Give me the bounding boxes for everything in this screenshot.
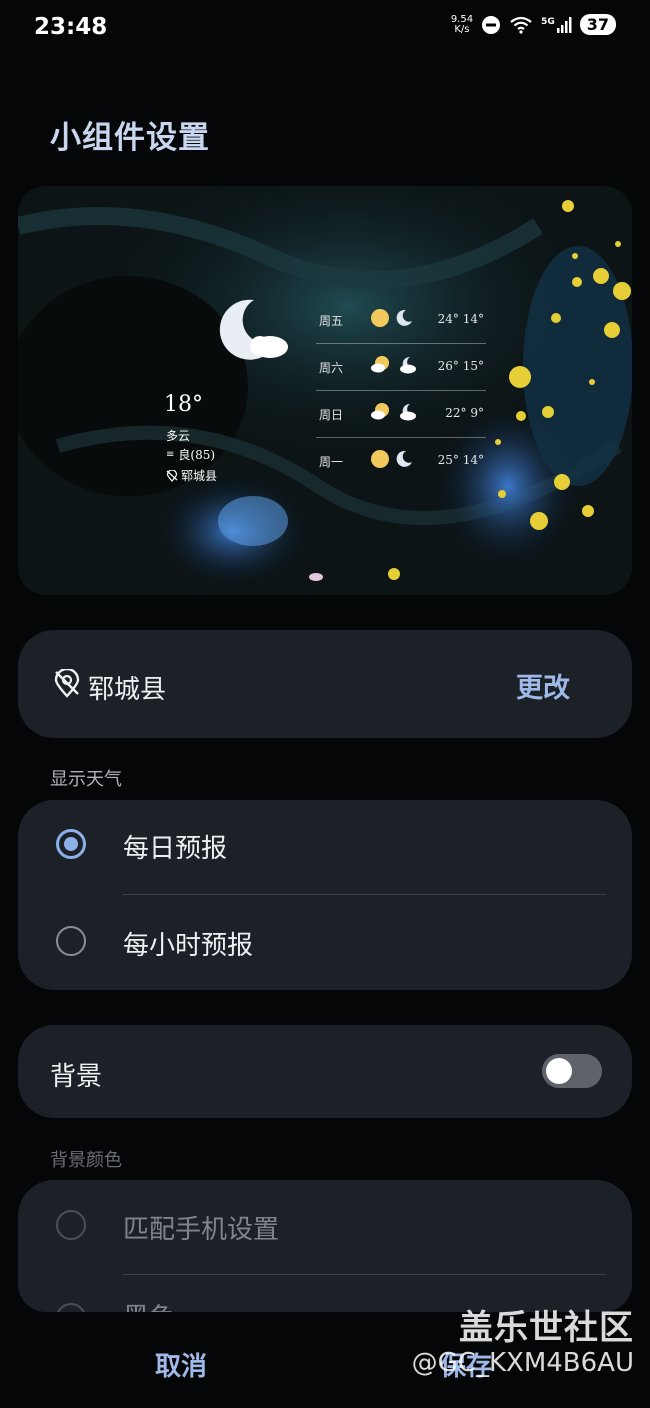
forecast-day: 周一 [319,455,344,469]
widget-preview: 18° 多云 ≡ 良(85) 郓城县 周五 24° 14° 周六 26° 15°… [18,186,632,595]
status-icons: 9.54 K/s 5G 37 [451,14,616,35]
daily-forecast-label: 每日预报 [123,834,228,864]
watermark-handle: @GC_KXM4B6AU [411,1348,634,1378]
hourly-forecast-label: 每小时预报 [123,931,254,961]
page-title: 小组件设置 [50,120,210,156]
watermark-title: 盖乐世社区 [459,1308,634,1348]
forecast-temps: 24° 14° [437,312,484,326]
cellular-signal: 5G [541,16,572,33]
toggle-knob [546,1058,572,1084]
black-radio[interactable] [56,1303,86,1312]
cloudy-night-icon [400,403,416,421]
cloudy-night-icon [400,356,416,374]
net-speed: 9.54 K/s [450,13,474,35]
widget-location: 郓城县 [166,467,217,484]
cancel-button[interactable]: 取消 [155,1346,207,1383]
wifi-icon [510,16,532,34]
forecast-temps: 26° 15° [437,359,484,373]
sun-icon [371,450,389,468]
sun-icon [371,309,389,327]
signal-icon [556,16,572,33]
daily-forecast-option[interactable]: 每日预报 [18,800,632,894]
forecast-row: 周一 25° 14° [316,437,486,484]
partly-cloudy-icon [371,403,389,420]
forecast-temps: 22° 9° [445,406,484,420]
partly-cloudy-icon [371,356,389,373]
hourly-forecast-option[interactable]: 每小时预报 [18,895,632,989]
forecast-row: 周五 24° 14° [316,296,486,343]
do-not-disturb-icon [482,15,501,34]
location-off-icon [166,469,178,482]
forecast-day: 周五 [319,314,344,328]
forecast-row: 周日 22° 9° [316,390,486,437]
forecast-day: 周日 [319,408,344,422]
air-quality-icon: ≡ [166,449,175,460]
location-name: 郓城县 [88,675,167,705]
status-time: 23:48 [34,14,108,40]
display-weather-label: 显示天气 [50,769,122,790]
battery-indicator: 37 [579,14,616,35]
location-off-icon [54,669,80,698]
black-label: 黑色 [123,1297,175,1312]
match-phone-label: 匹配手机设置 [123,1215,280,1245]
forecast-row: 周六 26° 15° [316,343,486,390]
moon-icon [396,450,412,467]
background-color-label: 背景颜色 [50,1150,122,1171]
daily-forecast-radio[interactable] [56,829,86,859]
air-quality-value: 良(85) [178,448,216,462]
match-phone-radio[interactable] [56,1210,86,1240]
background-card [18,1025,632,1118]
air-quality: ≡ 良(85) [166,446,215,463]
background-label: 背景 [50,1062,103,1092]
background-toggle[interactable] [542,1054,602,1088]
moon-cloud-icon [219,299,288,360]
network-type: 5G [541,16,555,27]
current-temperature: 18° [164,392,203,417]
moon-icon [396,309,412,326]
hourly-forecast-radio[interactable] [56,926,86,956]
forecast-day: 周六 [319,361,344,375]
match-phone-option[interactable]: 匹配手机设置 [18,1180,632,1274]
forecast-temps: 25° 14° [437,453,484,467]
current-condition: 多云 [166,429,191,443]
widget-location-name: 郓城县 [181,469,218,483]
change-location-button[interactable]: 更改 [516,666,570,705]
